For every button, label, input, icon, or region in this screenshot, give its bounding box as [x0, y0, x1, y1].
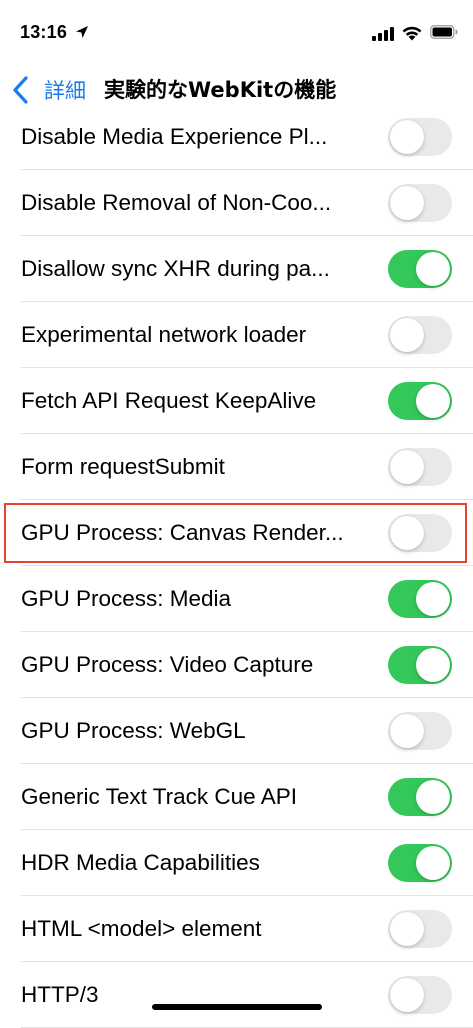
- toggle-knob: [416, 252, 450, 286]
- toggle-knob: [390, 318, 424, 352]
- toggle-knob: [416, 780, 450, 814]
- setting-toggle[interactable]: [388, 580, 452, 618]
- toggle-knob: [390, 516, 424, 550]
- setting-row: Disable Removal of Non-Coo...: [0, 170, 473, 236]
- home-indicator[interactable]: [152, 1004, 322, 1010]
- toggle-knob: [390, 120, 424, 154]
- setting-label: Disable Removal of Non-Coo...: [21, 190, 332, 215]
- status-bar: 13:16: [0, 0, 473, 64]
- setting-toggle[interactable]: [388, 448, 452, 486]
- status-time: 13:16: [20, 22, 68, 42]
- setting-toggle[interactable]: [388, 250, 452, 288]
- setting-row: GPU Process: WebGL: [0, 698, 473, 764]
- setting-label: GPU Process: Media: [21, 586, 232, 611]
- setting-row: HDR Media Capabilities: [0, 830, 473, 896]
- battery-icon: [430, 25, 458, 39]
- setting-row: HTTP/3: [0, 962, 473, 1028]
- setting-row: GPU Process: Canvas Render...: [0, 500, 473, 566]
- setting-toggle[interactable]: [388, 712, 452, 750]
- setting-row: Experimental network loader: [0, 302, 473, 368]
- toggle-knob: [390, 450, 424, 484]
- setting-row: GPU Process: Video Capture: [0, 632, 473, 698]
- setting-label: HDR Media Capabilities: [21, 850, 260, 875]
- setting-row: Disallow sync XHR during pa...: [0, 236, 473, 302]
- setting-row: Fetch API Request KeepAlive: [0, 368, 473, 434]
- toggle-knob: [416, 648, 450, 682]
- setting-label: Form requestSubmit: [21, 454, 225, 479]
- setting-label: Disallow sync XHR during pa...: [21, 256, 330, 281]
- cellular-signal-icon: [372, 27, 394, 41]
- back-button[interactable]: 詳細: [10, 74, 86, 106]
- back-label: 詳細: [44, 79, 86, 103]
- toggle-knob: [390, 186, 424, 220]
- setting-row: GPU Process: Media: [0, 566, 473, 632]
- setting-toggle[interactable]: [388, 646, 452, 684]
- setting-row: Form requestSubmit: [0, 434, 473, 500]
- setting-toggle[interactable]: [388, 118, 452, 156]
- page-title: 実験的なWebKitの機能: [104, 78, 337, 102]
- setting-label: Disable Media Experience Pl...: [21, 124, 328, 149]
- setting-toggle[interactable]: [388, 976, 452, 1014]
- location-arrow-icon: [76, 26, 88, 38]
- setting-toggle[interactable]: [388, 778, 452, 816]
- setting-toggle[interactable]: [388, 316, 452, 354]
- setting-row: Disable Media Experience Pl...: [0, 104, 473, 170]
- toggle-knob: [416, 384, 450, 418]
- setting-label: HTML <model> element: [21, 916, 262, 941]
- setting-label: Fetch API Request KeepAlive: [21, 388, 317, 413]
- chevron-left-icon: [13, 76, 28, 104]
- setting-label: Experimental network loader: [21, 322, 307, 347]
- setting-row: Generic Text Track Cue API: [0, 764, 473, 830]
- setting-toggle[interactable]: [388, 382, 452, 420]
- toggle-knob: [416, 582, 450, 616]
- setting-toggle[interactable]: [388, 514, 452, 552]
- setting-label: Generic Text Track Cue API: [21, 784, 297, 809]
- settings-list: Disable Media Experience Pl... Disable Re…: [0, 104, 473, 1028]
- toggle-knob: [390, 912, 424, 946]
- toggle-knob: [390, 714, 424, 748]
- setting-toggle[interactable]: [388, 184, 452, 222]
- toggle-knob: [416, 846, 450, 880]
- setting-toggle[interactable]: [388, 844, 452, 882]
- toggle-knob: [390, 978, 424, 1012]
- setting-label: GPU Process: WebGL: [21, 718, 246, 743]
- setting-row: HTML <model> element: [0, 896, 473, 962]
- setting-toggle[interactable]: [388, 910, 452, 948]
- setting-label: GPU Process: Video Capture: [21, 652, 314, 677]
- wifi-icon: [402, 26, 422, 41]
- setting-label: HTTP/3: [21, 982, 99, 1007]
- setting-label: GPU Process: Canvas Render...: [21, 520, 344, 545]
